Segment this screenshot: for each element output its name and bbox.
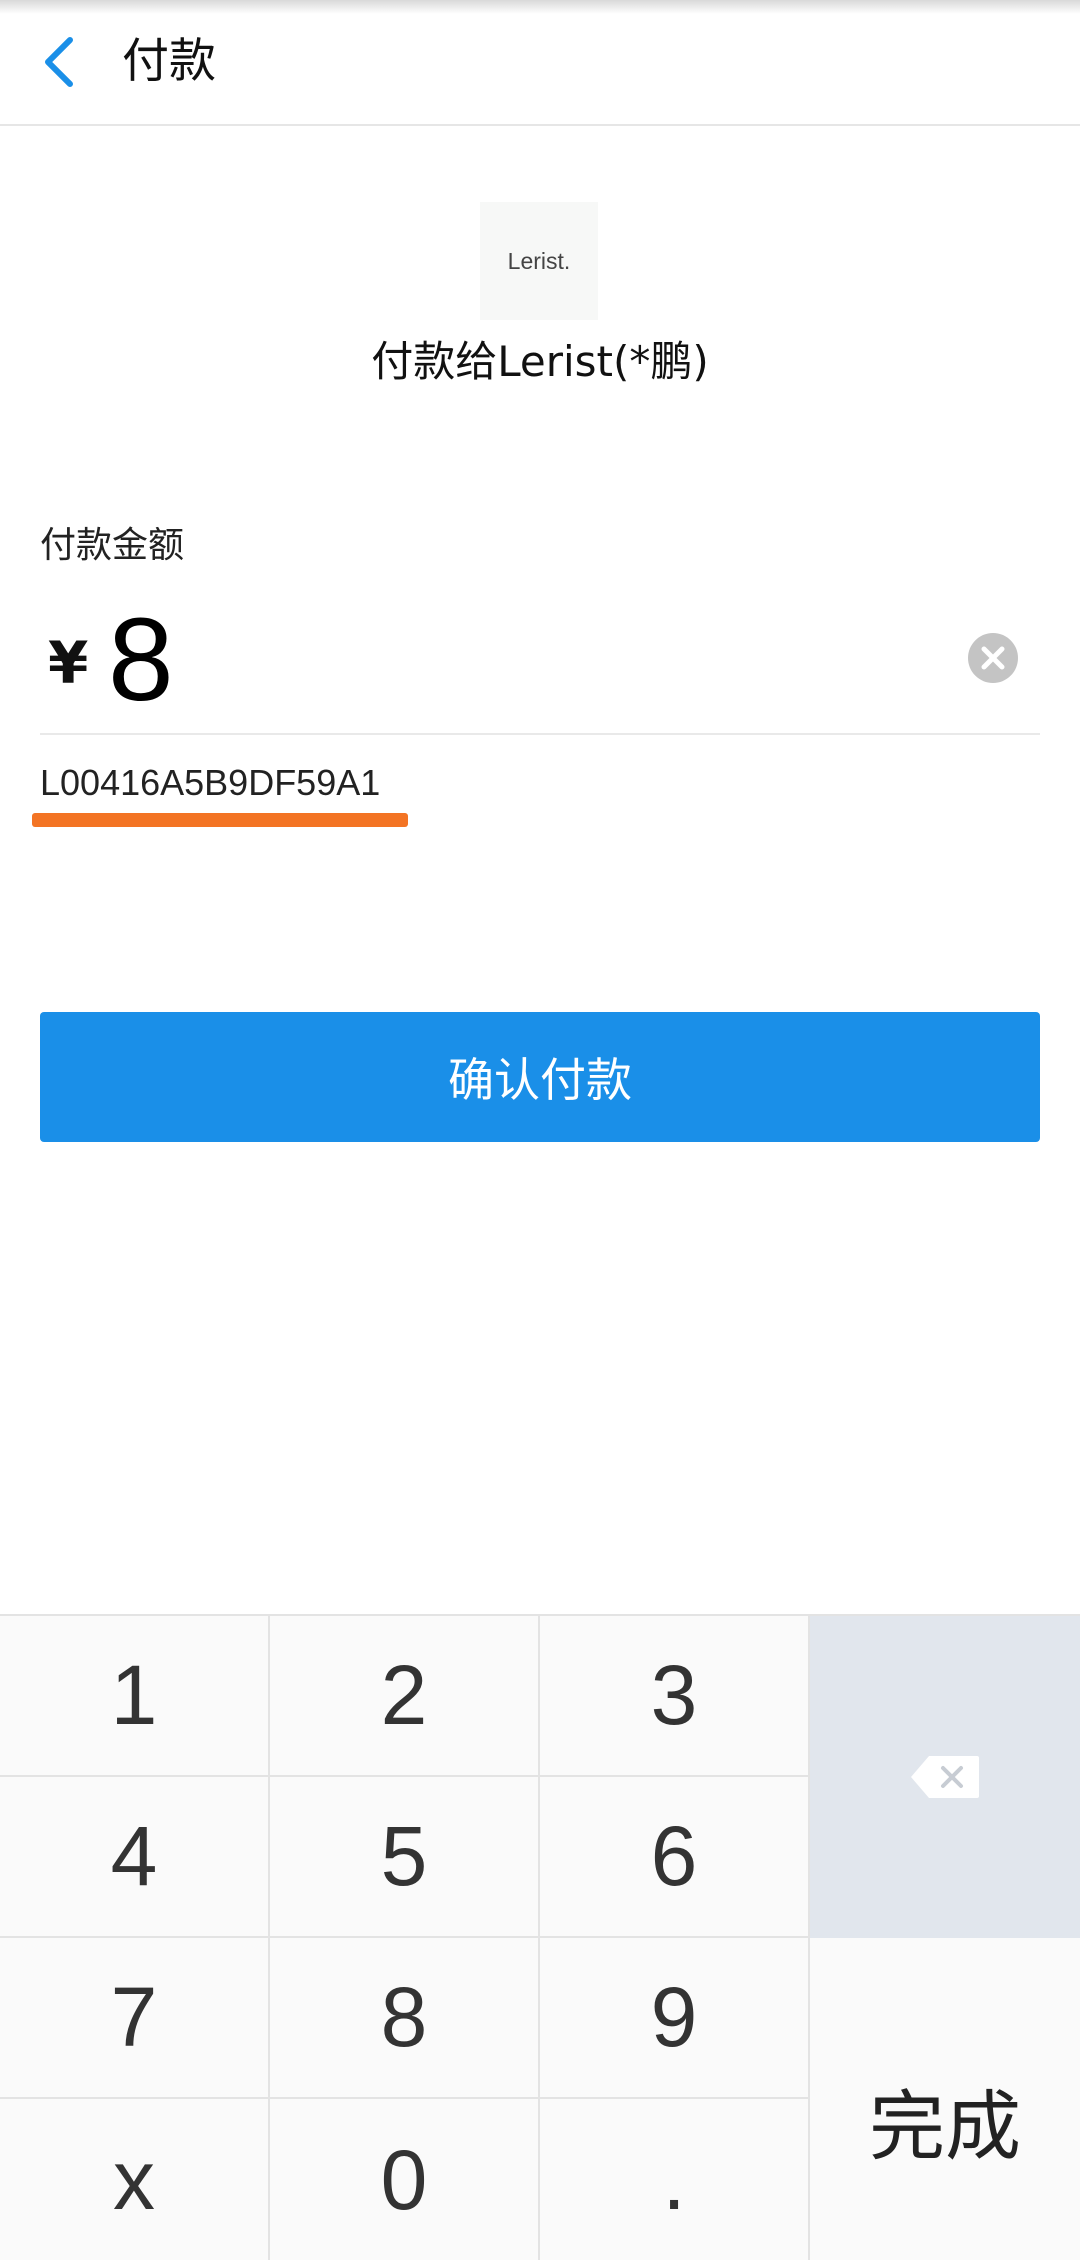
page-title: 付款 <box>122 34 216 89</box>
key-0[interactable]: 0 <box>270 2099 540 2260</box>
payee-logo-text: Lerist. <box>507 247 571 274</box>
key-5[interactable]: 5 <box>270 1777 540 1938</box>
key-3[interactable]: 3 <box>540 1616 810 1777</box>
key-6[interactable]: 6 <box>540 1777 810 1938</box>
backspace-icon <box>911 1756 979 1798</box>
key-1[interactable]: 1 <box>0 1616 270 1777</box>
remark-highlight-underline <box>32 813 408 827</box>
key-x[interactable]: x <box>0 2099 270 2260</box>
key-dot[interactable]: . <box>540 2099 810 2260</box>
backspace-key[interactable] <box>810 1616 1080 1938</box>
key-2[interactable]: 2 <box>270 1616 540 1777</box>
key-9[interactable]: 9 <box>540 1938 810 2099</box>
done-key[interactable]: 完成 <box>810 1938 1080 2260</box>
payment-page: 付款 Lerist. 付款给Lerist(*鹏) 付款金额 ¥ 8 L00416… <box>0 0 1080 2260</box>
confirm-payment-button[interactable]: 确认付款 <box>40 1012 1040 1142</box>
payee-logo: Lerist. <box>480 202 598 320</box>
amount-label: 付款金额 <box>40 525 185 566</box>
key-7[interactable]: 7 <box>0 1938 270 2099</box>
key-8[interactable]: 8 <box>270 1938 540 2099</box>
chevron-left-icon[interactable] <box>40 36 80 88</box>
payee-name: 付款给Lerist(*鹏) <box>371 337 709 386</box>
amount-divider <box>40 733 1040 735</box>
remark-text[interactable]: L00416A5B9DF59A1 <box>40 757 380 809</box>
currency-symbol: ¥ <box>48 629 89 697</box>
amount-input[interactable]: 8 <box>108 600 808 720</box>
key-4[interactable]: 4 <box>0 1777 270 1938</box>
numeric-keypad: 1 2 3 4 5 6 7 8 9 x 0 . 完成 <box>0 1614 1080 2260</box>
clear-circle-icon[interactable] <box>968 633 1018 683</box>
header-bar: 付款 <box>0 0 1080 126</box>
top-shade <box>0 0 1080 14</box>
